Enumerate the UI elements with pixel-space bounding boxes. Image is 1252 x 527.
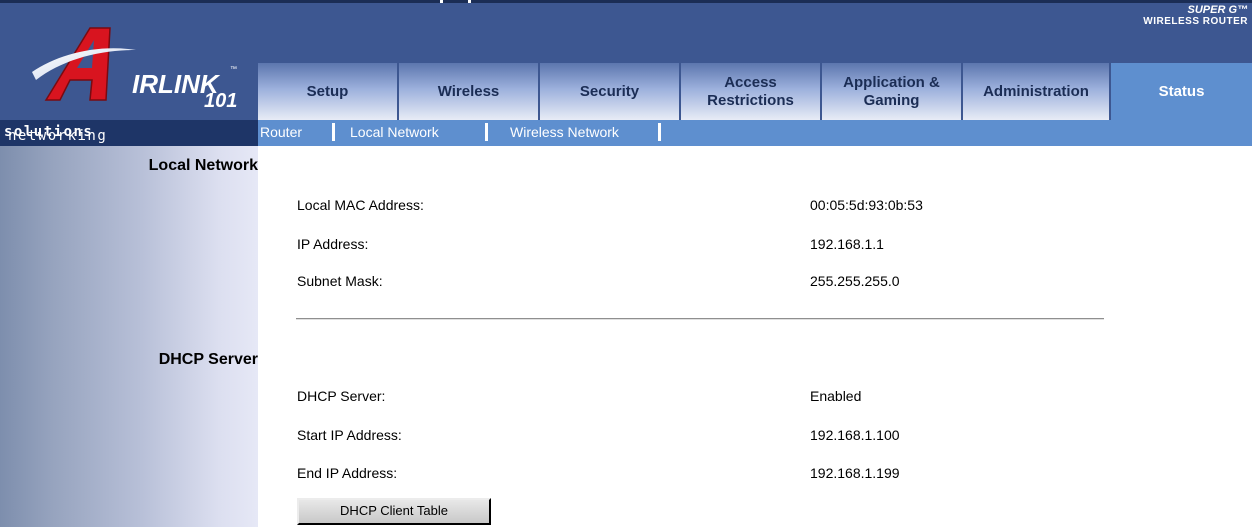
tab-security[interactable]: Security [540, 63, 681, 120]
tagline-regular: networking [8, 128, 108, 144]
tab-administration[interactable]: Administration [963, 63, 1111, 120]
logo-number: 101 [204, 90, 238, 112]
top-border [0, 0, 1252, 3]
subnet-mask-value: 255.255.255.0 [810, 273, 900, 289]
subnav-local-network[interactable]: Local Network [350, 124, 439, 140]
ip-address-value: 192.168.1.1 [810, 236, 884, 252]
tagline: networking solutions [4, 124, 106, 144]
status-subnav: Router Local Network Wireless Network [258, 120, 1252, 146]
dhcp-server-label: DHCP Server: [297, 388, 386, 404]
tab-application-gaming[interactable]: Application & Gaming [822, 63, 963, 120]
dhcp-server-value: Enabled [810, 388, 862, 404]
product-badge: SUPER G™ WIRELESS ROUTER [1118, 4, 1252, 50]
subnav-separator [332, 123, 335, 141]
ip-address-label: IP Address: [297, 236, 369, 252]
subnav-router[interactable]: Router [260, 124, 302, 140]
airlink-logo: IRLINK ™ 101 [28, 14, 238, 114]
section-title-local-network: Local Network [148, 157, 258, 174]
subnet-mask-label: Subnet Mask: [297, 273, 383, 289]
top-border-notch [468, 0, 471, 3]
airlink-a-icon [32, 27, 136, 101]
product-badge-line2: WIRELESS ROUTER [1143, 16, 1248, 27]
start-ip-value: 192.168.1.100 [810, 427, 900, 443]
sidebar: Local Network DHCP Server [0, 146, 258, 527]
subnav-separator [658, 123, 661, 141]
tab-access-restrictions[interactable]: Access Restrictions [681, 63, 822, 120]
header: IRLINK ™ 101 networking solutions SUPER G… [0, 0, 1252, 146]
tab-label: Wireless [437, 82, 500, 100]
tab-label: Status [1158, 82, 1205, 100]
section-divider [296, 318, 1104, 320]
tab-label: Access Restrictions [707, 73, 794, 109]
product-badge-line1: SUPER G™ [1187, 4, 1248, 16]
start-ip-label: Start IP Address: [297, 427, 402, 443]
subnav-wireless-network[interactable]: Wireless Network [510, 124, 619, 140]
main-tabs: Setup Wireless Security Access Restricti… [258, 63, 1252, 120]
end-ip-value: 192.168.1.199 [810, 465, 900, 481]
tab-label: Security [579, 82, 640, 100]
top-border-notch [440, 0, 443, 3]
end-ip-label: End IP Address: [297, 465, 398, 481]
tab-status[interactable]: Status [1111, 63, 1252, 120]
logo-trademark: ™ [230, 66, 237, 73]
local-mac-label: Local MAC Address: [297, 197, 424, 213]
local-mac-value: 00:05:5d:93:0b:53 [810, 197, 923, 213]
tab-wireless[interactable]: Wireless [399, 63, 540, 120]
section-title-dhcp-server: DHCP Server [158, 351, 258, 368]
tab-label: Administration [983, 82, 1089, 100]
tagline-bar: networking solutions [0, 120, 258, 146]
tab-setup[interactable]: Setup [258, 63, 399, 120]
dhcp-client-table-button[interactable]: DHCP Client Table [297, 498, 491, 525]
tab-label: Setup [306, 82, 349, 100]
subnav-separator [485, 123, 488, 141]
tab-label: Application & Gaming [843, 73, 940, 109]
